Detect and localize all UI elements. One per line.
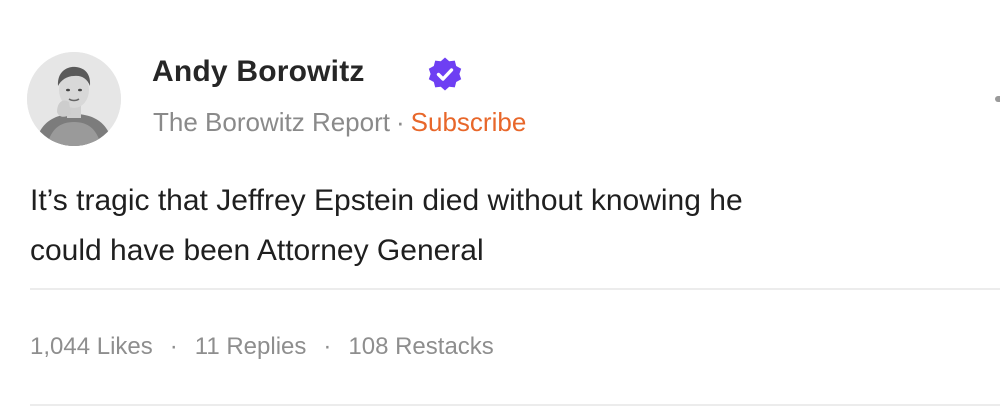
publication-separator: · bbox=[395, 107, 405, 137]
stats-separator: · bbox=[169, 333, 178, 360]
note-text-line-2: could have been Attorney General bbox=[30, 234, 484, 267]
author-name[interactable]: Andy Borowitz bbox=[152, 55, 365, 89]
stats-separator: · bbox=[323, 333, 332, 360]
restacks-count[interactable]: 108 Restacks bbox=[348, 333, 493, 360]
divider bbox=[30, 288, 1000, 290]
avatar-portrait-icon bbox=[27, 52, 121, 146]
engagement-stats: 1,044 Likes · 11 Replies · 108 Restacks bbox=[30, 333, 494, 361]
more-options-icon[interactable] bbox=[995, 96, 1000, 102]
replies-count[interactable]: 11 Replies bbox=[195, 333, 307, 360]
divider bbox=[30, 404, 1000, 406]
publication-name[interactable]: The Borowitz Report bbox=[153, 107, 390, 137]
note-card: Andy Borowitz The Borowitz Report · Subscr… bbox=[0, 0, 1000, 420]
likes-count[interactable]: 1,044 Likes bbox=[30, 333, 153, 360]
subscribe-link[interactable]: Subscribe bbox=[411, 107, 527, 137]
author-avatar[interactable] bbox=[27, 52, 121, 146]
note-text: It’s tragic that Jeffrey Epstein died wi… bbox=[30, 176, 990, 276]
publication-line: The Borowitz Report · Subscribe bbox=[153, 107, 526, 138]
note-text-line-1: It’s tragic that Jeffrey Epstein died wi… bbox=[30, 184, 743, 217]
verified-badge-icon bbox=[428, 57, 462, 91]
